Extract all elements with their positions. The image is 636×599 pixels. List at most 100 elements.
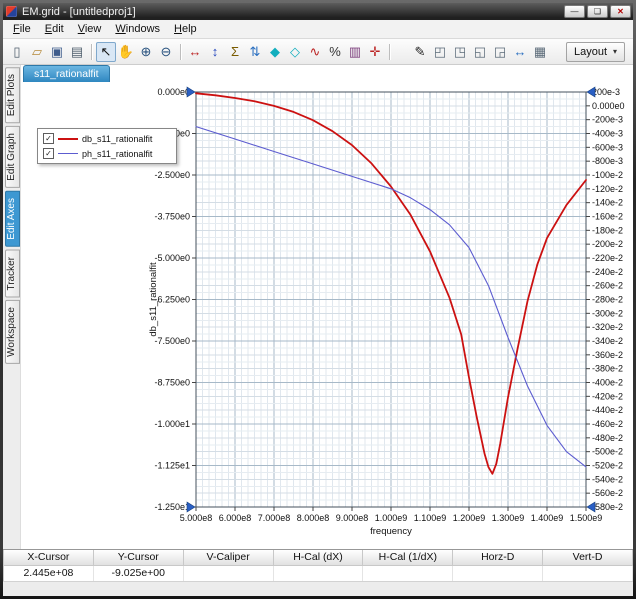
menu-item[interactable]: Edit: [38, 21, 71, 37]
x-tick-label: 1.100e9: [414, 513, 447, 523]
plot-legend: ✓ db_s11_rationalfit ✓ ph_s11_rationalfi…: [37, 128, 177, 164]
marker-diamond-alt-icon[interactable]: ◇: [285, 42, 305, 62]
zoom-in-icon[interactable]: ⊕: [136, 42, 156, 62]
cursor-marker[interactable]: [587, 87, 595, 97]
y-left-tick-label: -3.750e0: [154, 212, 190, 222]
menu-item[interactable]: View: [71, 21, 109, 37]
sum-icon[interactable]: Σ: [225, 42, 245, 62]
legend-label: ph_s11_rationalfit: [82, 149, 152, 159]
x-tick-label: 8.000e8: [297, 513, 330, 523]
y-left-tick-label: -6.250e0: [154, 295, 190, 305]
menu-item[interactable]: Windows: [108, 21, 167, 37]
print-icon[interactable]: ▤: [67, 42, 87, 62]
y-right-tick-label: -520e-2: [592, 461, 623, 471]
y-right-tick-label: -360e-2: [592, 350, 623, 360]
cursor-marker[interactable]: [187, 87, 195, 97]
status-column-value: [453, 566, 543, 581]
close-button[interactable]: ✕: [610, 5, 631, 18]
y-left-tick-label: -8.750e0: [154, 378, 190, 388]
y-left-tick-label: 0.000e0: [157, 87, 190, 97]
x-tick-label: 5.000e8: [180, 513, 213, 523]
document-tab[interactable]: s11_rationalfit: [23, 65, 110, 82]
y-left-tick-label: -5.000e0: [154, 253, 190, 263]
layout-top-right-icon[interactable]: ◳: [450, 42, 470, 62]
minimize-button[interactable]: —: [564, 5, 585, 18]
y-right-tick-label: -480e-2: [592, 433, 623, 443]
fit-width-icon[interactable]: ↔: [510, 42, 530, 62]
layout-bottom-right-icon[interactable]: ◲: [490, 42, 510, 62]
v-caliper-icon[interactable]: ↕: [205, 42, 225, 62]
status-value-row: 2.445e+08 -9.025e+00: [3, 566, 633, 581]
open-folder-icon[interactable]: ▱: [27, 42, 47, 62]
chevron-down-icon: ▾: [613, 47, 617, 56]
status-column-value: [363, 566, 453, 581]
y-right-tick-label: -380e-2: [592, 364, 623, 374]
status-header-row: X-Cursor Y-Cursor V-Caliper H-Cal (dX) H…: [3, 550, 633, 566]
zoom-out-icon[interactable]: ⊖: [156, 42, 176, 62]
legend-checkbox[interactable]: ✓: [43, 148, 54, 159]
select-cursor-icon[interactable]: ↖: [96, 42, 116, 62]
y-right-tick-label: -400e-2: [592, 378, 623, 388]
y-right-tick-label: -400e-3: [592, 129, 623, 139]
save-icon[interactable]: ▣: [47, 42, 67, 62]
y-right-tick-label: -580e-2: [592, 502, 623, 512]
annotate-pencil-icon[interactable]: ✎: [410, 42, 430, 62]
side-tab[interactable]: Edit Plots: [5, 67, 20, 123]
status-column-value: [184, 566, 274, 581]
y-right-tick-label: -800e-3: [592, 156, 623, 166]
menu-item[interactable]: Help: [167, 21, 204, 37]
legend-item: ✓ ph_s11_rationalfit: [43, 148, 171, 159]
histogram-icon[interactable]: ▥: [345, 42, 365, 62]
layout-dropdown-button[interactable]: Layout ▾: [566, 42, 625, 62]
y-right-tick-label: -280e-2: [592, 295, 623, 305]
y-right-tick-label: -500e-2: [592, 447, 623, 457]
y-axis-title: db_s11_rationalfit: [148, 262, 159, 337]
marker-diamond-icon[interactable]: ◆: [265, 42, 285, 62]
y-right-tick-label: -120e-2: [592, 184, 623, 194]
toolbar: ▯ ▱ ▣ ▤ ↖ ✋ ⊕ ⊖ ↔ ↕: [3, 39, 633, 65]
y-right-tick-label: -600e-3: [592, 142, 623, 152]
layout-bottom-left-icon[interactable]: ◱: [470, 42, 490, 62]
y-right-tick-label: -140e-2: [592, 198, 623, 208]
pan-hand-icon[interactable]: ✋: [116, 42, 136, 62]
y-left-tick-label: -1.250e1: [154, 502, 190, 512]
x-tick-label: 1.400e9: [531, 513, 564, 523]
trace-math-icon[interactable]: ∿: [305, 42, 325, 62]
side-tab[interactable]: Workspace: [5, 300, 20, 364]
min-max-icon[interactable]: ⇅: [245, 42, 265, 62]
app-icon: [6, 6, 17, 17]
cursor-marker[interactable]: [587, 502, 595, 512]
side-tab[interactable]: Edit Graph: [5, 126, 20, 188]
legend-checkbox[interactable]: ✓: [43, 133, 54, 144]
cursor-marker[interactable]: [187, 502, 195, 512]
x-tick-label: 1.500e9: [570, 513, 603, 523]
status-bar: X-Cursor Y-Cursor V-Caliper H-Cal (dX) H…: [3, 549, 633, 596]
y-right-tick-label: 0.000e0: [592, 101, 625, 111]
document-pane: s11_rationalfit 5.000e86.000e87.000e88.0…: [21, 65, 633, 549]
h-caliper-icon[interactable]: ↔: [185, 42, 205, 62]
legend-label: db_s11_rationalfit: [82, 134, 152, 144]
legend-line-sample: [58, 138, 78, 140]
side-tab[interactable]: Tracker: [5, 250, 20, 298]
status-column-value: [274, 566, 364, 581]
layout-top-left-icon[interactable]: ◰: [430, 42, 450, 62]
y-left-tick-label: -2.500e0: [154, 170, 190, 180]
app-window: EM.grid - [untitledproj1] — ❏ ✕ File Edi…: [0, 0, 636, 599]
percent-icon[interactable]: %: [325, 42, 345, 62]
y-right-tick-label: -340e-2: [592, 336, 623, 346]
status-column-value: 2.445e+08: [4, 566, 94, 581]
restore-button[interactable]: ❏: [587, 5, 608, 18]
plot-area: 5.000e86.000e87.000e88.000e89.000e81.000…: [21, 82, 633, 549]
add-marker-icon[interactable]: ✛: [365, 42, 385, 62]
window-title: EM.grid - [untitledproj1]: [22, 6, 559, 18]
grid-view-icon[interactable]: ▦: [530, 42, 550, 62]
menu-item[interactable]: File: [6, 21, 38, 37]
title-bar[interactable]: EM.grid - [untitledproj1] — ❏ ✕: [3, 3, 633, 20]
layout-dropdown-label: Layout: [574, 46, 607, 58]
toolbar-separator: [176, 42, 185, 62]
side-tab[interactable]: Edit Axes: [5, 191, 20, 247]
status-column-header: Y-Cursor: [94, 550, 184, 566]
y-right-tick-label: -180e-2: [592, 225, 623, 235]
new-file-icon[interactable]: ▯: [7, 42, 27, 62]
x-tick-label: 9.000e8: [336, 513, 369, 523]
